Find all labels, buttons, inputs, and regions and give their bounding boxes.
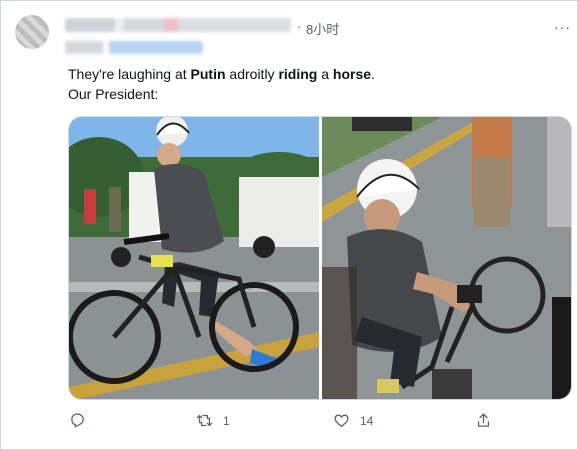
retweet-icon <box>196 414 213 427</box>
tweet-text-line-1: They're laughing at Putin adroitly ridin… <box>68 64 558 84</box>
share-button[interactable] <box>475 412 492 429</box>
tweet-text-line-2: Our President: <box>68 86 159 102</box>
retweet-count: 1 <box>223 413 230 428</box>
timestamp[interactable]: 8小时 <box>306 19 339 38</box>
tweet-text-run: adroitly <box>225 66 279 82</box>
heart-icon <box>334 414 349 427</box>
reply-button[interactable] <box>69 412 96 429</box>
like-count: 14 <box>360 413 374 428</box>
share-icon <box>477 413 490 427</box>
media-grid <box>68 116 572 400</box>
retweet-button[interactable]: 1 <box>196 412 230 429</box>
photo-right[interactable] <box>322 117 571 399</box>
tweet-card: · 8小时 ··· They're laughing at Putin adro… <box>0 0 578 450</box>
photo-right-image <box>322 117 571 399</box>
photo-left[interactable] <box>69 117 319 399</box>
tweet-text-run: They're laughing at <box>68 66 191 82</box>
like-button[interactable]: 14 <box>333 412 373 429</box>
tweet-text-run[interactable]: riding <box>278 66 317 82</box>
display-name-blurred[interactable] <box>65 18 291 32</box>
tweet-text: They're laughing at Putin adroitly ridin… <box>68 64 558 104</box>
action-bar: 1 14 <box>1 412 578 436</box>
tweet-text-run[interactable]: horse <box>333 66 371 82</box>
handle-blurred[interactable] <box>65 41 203 54</box>
tweet-text-run: a <box>317 66 333 82</box>
reply-icon <box>71 413 84 428</box>
avatar[interactable] <box>15 15 49 49</box>
photo-left-image <box>69 117 319 399</box>
tweet-text-run[interactable]: Putin <box>191 66 226 82</box>
more-options-button[interactable]: ··· <box>554 19 571 35</box>
tweet-text-run: . <box>371 66 375 82</box>
meta-separator: · <box>297 19 302 34</box>
